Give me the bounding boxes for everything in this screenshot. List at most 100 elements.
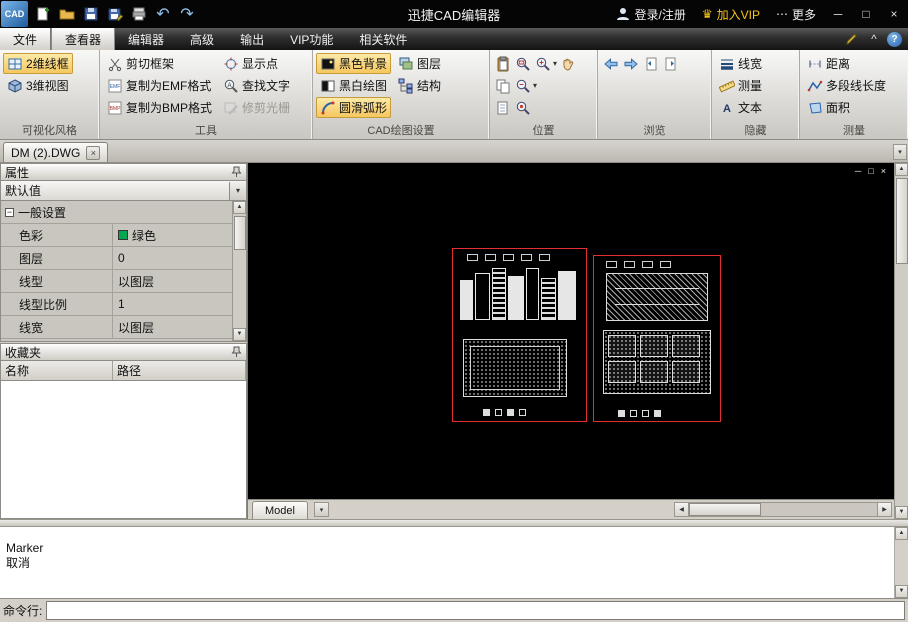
wireframe-2d-button[interactable]: 2维线框 — [3, 53, 73, 74]
scroll-down-button[interactable]: ▼ — [895, 585, 908, 598]
hide-linewidth-button[interactable]: 线宽 — [715, 53, 766, 74]
redo-button[interactable]: ↷ — [175, 2, 199, 26]
property-row-lineweight[interactable]: 线宽 以图层 — [1, 316, 246, 339]
preset-caret-button[interactable]: ▾ — [229, 182, 246, 200]
menu-tab-viewer[interactable]: 查看器 — [51, 28, 115, 50]
doc-close-icon[interactable]: × — [881, 166, 886, 176]
copy-bmp-button[interactable]: BMP 复制为BMP格式 — [103, 97, 216, 118]
vertical-scrollbar[interactable]: ▲ ▼ — [894, 163, 908, 519]
property-row-linetype-scale[interactable]: 线型比例 1 — [1, 293, 246, 316]
property-row-linetype[interactable]: 线型 以图层 — [1, 270, 246, 293]
property-preset-dropdown[interactable]: 默认值 ▾ — [0, 181, 247, 201]
pan-button[interactable] — [558, 54, 577, 73]
menu-tab-file[interactable]: 文件 — [0, 28, 51, 50]
hide-measure-button[interactable]: 测量 — [715, 75, 766, 96]
tab-list-dropdown-button[interactable]: ▾ — [893, 144, 907, 160]
copy-page-button[interactable] — [493, 98, 512, 117]
zoom-out-caret-icon[interactable]: ▾ — [533, 82, 537, 90]
doc-restore-icon[interactable]: □ — [868, 166, 873, 176]
scroll-left-button[interactable]: ◀ — [675, 503, 689, 516]
drawing-canvas[interactable]: ─ □ × — [248, 163, 894, 499]
help-button[interactable]: ? — [887, 32, 902, 47]
scroll-down-button[interactable]: ▼ — [233, 328, 246, 341]
layers-button[interactable]: 图层 — [394, 53, 445, 74]
scroll-up-button[interactable]: ▲ — [233, 201, 246, 214]
print-button[interactable] — [127, 2, 151, 26]
scroll-up-button[interactable]: ▲ — [895, 527, 908, 540]
next-view-button[interactable] — [661, 54, 680, 73]
zoom-window-button[interactable] — [513, 54, 532, 73]
zoom-out-button[interactable] — [513, 76, 532, 95]
horizontal-scrollbar[interactable]: ◀ ▶ — [674, 502, 892, 517]
model-space-tab[interactable]: Model — [252, 501, 308, 519]
menu-tab-output[interactable]: 输出 — [227, 28, 277, 50]
login-button[interactable]: 登录/注册 — [608, 1, 693, 27]
hide-text-button[interactable]: A 文本 — [715, 97, 766, 118]
vscrollbar-thumb[interactable] — [896, 178, 908, 264]
collapse-ribbon-button[interactable]: ^ — [865, 30, 883, 48]
zoom-extents-button[interactable] — [513, 98, 532, 117]
measure-distance-button[interactable]: 距离 — [803, 53, 890, 74]
customize-pencil-button[interactable] — [843, 30, 861, 48]
property-row-color[interactable]: 色彩 绿色 — [1, 224, 246, 247]
more-button[interactable]: ⋯ 更多 — [769, 1, 823, 27]
property-grid-scrollbar[interactable]: ▲ ▼ — [232, 201, 246, 341]
command-history-scrollbar[interactable]: ▲ ▼ — [894, 527, 908, 598]
pin-icon[interactable] — [231, 166, 242, 178]
clip-frame-button[interactable]: 剪切框架 — [103, 53, 216, 74]
view-3d-button[interactable]: 3维视图 — [3, 75, 73, 96]
copy-emf-button[interactable]: EMF 复制为EMF格式 — [103, 75, 216, 96]
drawing-sheet-2[interactable] — [593, 255, 721, 422]
hscrollbar-thumb[interactable] — [689, 503, 761, 516]
scroll-down-button[interactable]: ▼ — [895, 506, 908, 519]
forward-button[interactable] — [621, 54, 640, 73]
zoom-in-caret-icon[interactable]: ▾ — [553, 60, 557, 68]
measure-polyline-length-button[interactable]: 多段线长度 — [803, 75, 890, 96]
new-file-button[interactable] — [31, 2, 55, 26]
property-row-layer[interactable]: 图层 0 — [1, 247, 246, 270]
black-background-button[interactable]: 黑色背景 — [316, 53, 391, 74]
open-file-button[interactable] — [55, 2, 79, 26]
favorites-list[interactable] — [0, 381, 247, 519]
save-button[interactable] — [79, 2, 103, 26]
menu-tab-editor[interactable]: 编辑器 — [115, 28, 177, 50]
save-as-button[interactable] — [103, 2, 127, 26]
vip-button[interactable]: ♛ 加入VIP — [695, 1, 767, 27]
doc-minimize-icon[interactable]: ─ — [855, 166, 861, 176]
favorites-name-column[interactable]: 名称 — [1, 361, 113, 380]
document-tab[interactable]: DM (2).DWG × — [3, 142, 108, 162]
smooth-arc-button[interactable]: 圆滑弧形 — [316, 97, 391, 118]
show-points-button[interactable]: 显示点 — [219, 53, 294, 74]
hscrollbar-track[interactable] — [761, 503, 877, 516]
measure-area-button[interactable]: 面积 — [803, 97, 890, 118]
undo-button[interactable]: ↶ — [151, 2, 175, 26]
black-white-drawing-button[interactable]: 黑白绘图 — [316, 75, 391, 96]
scrollbar-thumb[interactable] — [234, 216, 246, 250]
paste-button[interactable] — [493, 54, 512, 73]
menu-tab-advanced[interactable]: 高级 — [177, 28, 227, 50]
scroll-up-button[interactable]: ▲ — [895, 163, 908, 176]
copy-button[interactable] — [493, 76, 512, 95]
drawing-sheet-1[interactable] — [452, 248, 587, 422]
previous-view-button[interactable] — [641, 54, 660, 73]
menu-tab-vip-features[interactable]: VIP功能 — [277, 28, 346, 50]
menu-bar: 文件 查看器 编辑器 高级 输出 VIP功能 相关软件 ^ ? — [0, 28, 908, 50]
find-text-button[interactable]: A 查找文字 — [219, 75, 294, 96]
ribbon-group-hide: 线宽 测量 A 文本 隐藏 — [712, 50, 800, 139]
zoom-in-button[interactable] — [533, 54, 552, 73]
maximize-button[interactable]: □ — [853, 2, 879, 26]
minimize-button[interactable]: ─ — [825, 2, 851, 26]
close-button[interactable]: × — [881, 2, 907, 26]
layout-list-dropdown-button[interactable]: ▾ — [314, 502, 329, 517]
command-input[interactable] — [46, 601, 905, 620]
structure-button[interactable]: 结构 — [394, 75, 445, 96]
favorites-path-column[interactable]: 路径 — [113, 361, 246, 380]
document-tab-close-button[interactable]: × — [86, 146, 100, 160]
panel-splitter[interactable] — [0, 519, 908, 527]
scroll-right-button[interactable]: ▶ — [877, 503, 891, 516]
pin-icon[interactable] — [231, 346, 242, 358]
property-group-row[interactable]: − 一般设置 — [1, 201, 246, 224]
menu-tab-related-software[interactable]: 相关软件 — [346, 28, 420, 50]
collapse-group-icon[interactable]: − — [5, 208, 14, 217]
back-button[interactable] — [601, 54, 620, 73]
